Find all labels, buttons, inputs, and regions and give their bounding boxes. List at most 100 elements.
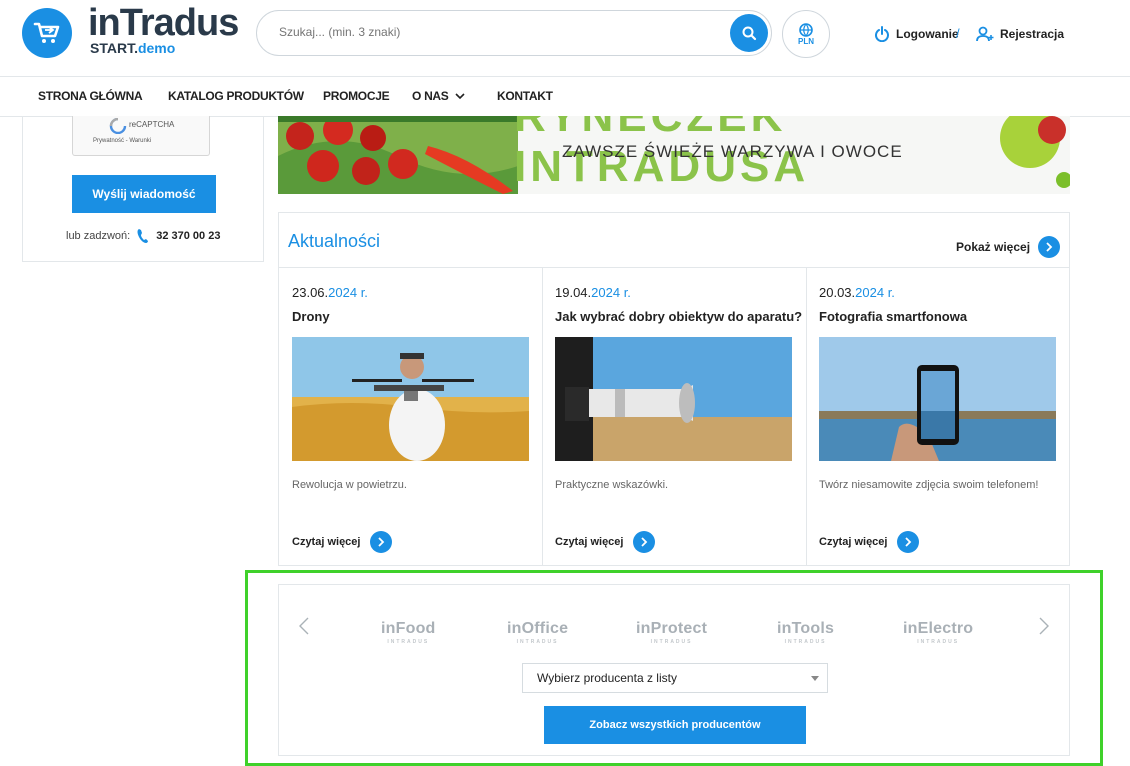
- brand-tagline: INTRADUS: [650, 639, 693, 645]
- brand-logo[interactable]: inTools INTRADUS: [777, 620, 834, 645]
- promo-banner[interactable]: RYNECZEK INTRADUSA ZAWSZE ŚWIEŻE WARZYWA…: [278, 116, 1070, 194]
- recaptcha-icon: [109, 118, 127, 134]
- brand-tagline: INTRADUS: [917, 639, 960, 645]
- news-date: 20.03.2024 r.: [819, 285, 895, 300]
- all-producers-button[interactable]: Zobacz wszystkich producentów: [544, 706, 806, 744]
- brand-tagline: INTRADUS: [784, 639, 827, 645]
- globe-icon: [799, 22, 813, 37]
- logo-subtitle-demo: demo: [137, 40, 176, 56]
- recaptcha-links[interactable]: Prywatność - Warunki: [93, 138, 151, 144]
- nav-item-label: O NAS: [412, 89, 449, 103]
- vegetables-image: [278, 116, 518, 194]
- logo-subtitle: START.demo: [90, 40, 175, 56]
- chevron-left-icon: [299, 617, 309, 635]
- currency-label: PLN: [798, 36, 814, 46]
- register-link[interactable]: Rejestracja: [976, 26, 1064, 42]
- news-header: [278, 212, 1070, 268]
- search-icon: [742, 26, 757, 41]
- news-item-desc: Praktyczne wskazówki.: [555, 479, 669, 491]
- read-more-link[interactable]: Czytaj więcej: [292, 531, 393, 553]
- search-button[interactable]: [730, 14, 768, 52]
- search-bar: [256, 10, 772, 56]
- chevron-right-icon: [897, 531, 920, 553]
- chevron-right-icon: [1039, 617, 1049, 635]
- call-label: lub zadzwoń:: [66, 230, 131, 242]
- news-date-day: 20.03.: [819, 285, 856, 300]
- news-item: 20.03.2024 r. Fotografia smartfonowa Twó…: [806, 268, 1070, 566]
- news-item-title[interactable]: Jak wybrać dobry obiektyw do aparatu?: [555, 309, 802, 324]
- read-more-link[interactable]: Czytaj więcej: [819, 531, 920, 553]
- brand-logo[interactable]: inElectro INTRADUS: [903, 620, 973, 645]
- power-icon: [875, 26, 889, 42]
- news-date-suffix: r.: [884, 285, 895, 300]
- news-item-desc: Twórz niesamowite zdjęcia swoim telefone…: [819, 479, 1039, 491]
- read-more-link[interactable]: Czytaj więcej: [555, 531, 656, 553]
- banner-slogan: ZAWSZE ŚWIEŻE WARZYWA I OWOCE: [562, 142, 903, 161]
- currency-switcher[interactable]: PLN: [782, 10, 830, 58]
- news-date-year: 2024: [328, 285, 358, 300]
- brand-name: inTools: [777, 620, 835, 637]
- logo-icon[interactable]: [22, 8, 72, 58]
- logo-subtitle-start: START.: [90, 40, 138, 56]
- news-date-year: 2024: [855, 285, 885, 300]
- nav-item-promotions[interactable]: PROMOCJE: [323, 89, 412, 103]
- news-item: 23.06.2024 r. Drony Rewolucja w powietrz…: [278, 268, 542, 566]
- header-divider: [0, 76, 1130, 77]
- nav-item-label: KATALOG PRODUKTÓW: [168, 89, 304, 103]
- nav-item-label: STRONA GŁÓWNA: [38, 89, 143, 103]
- news-date-day: 19.04.: [555, 285, 592, 300]
- chevron-right-icon: [370, 531, 393, 553]
- brand-logo[interactable]: inFood INTRADUS: [381, 620, 436, 645]
- news-image-drone[interactable]: [292, 337, 529, 461]
- brand-tagline: INTRADUS: [387, 639, 430, 645]
- news-date-suffix: r.: [620, 285, 631, 300]
- nav-item-catalog[interactable]: KATALOG PRODUKTÓW: [168, 89, 323, 103]
- recaptcha-widget[interactable]: reCAPTCHA Prywatność - Warunki: [72, 116, 210, 156]
- logo-text[interactable]: inTradus: [88, 2, 239, 45]
- nav-item-home[interactable]: STRONA GŁÓWNA: [38, 89, 168, 103]
- chevron-right-icon: [1038, 236, 1061, 258]
- chevron-right-icon: [633, 531, 656, 553]
- header-separator: /: [956, 26, 960, 41]
- phone-icon: [137, 229, 149, 243]
- news-date: 19.04.2024 r.: [555, 285, 631, 300]
- carousel-next-button[interactable]: [1038, 616, 1050, 642]
- news-item-title[interactable]: Drony: [292, 309, 330, 324]
- news-date: 23.06.2024 r.: [292, 285, 368, 300]
- nav-item-contact[interactable]: KONTAKT: [497, 89, 553, 103]
- news-date-day: 23.06.: [292, 285, 329, 300]
- show-more-link[interactable]: Pokaż więcej: [956, 236, 1061, 258]
- news-item-title[interactable]: Fotografia smartfonowa: [819, 309, 967, 324]
- caret-down-icon: [811, 676, 819, 681]
- news-image-lens[interactable]: [555, 337, 792, 461]
- main-nav: STRONA GŁÓWNA KATALOG PRODUKTÓW PROMOCJE…: [38, 89, 553, 103]
- chevron-down-icon: [454, 93, 465, 100]
- brand-name: inProtect: [636, 620, 708, 637]
- search-input[interactable]: [279, 25, 679, 39]
- news-title: Aktualności: [288, 231, 381, 251]
- carousel-prev-button[interactable]: [298, 616, 310, 642]
- show-more-label: Pokaż więcej: [956, 240, 1031, 254]
- read-more-label: Czytaj więcej: [292, 536, 361, 548]
- nav-item-label: KONTAKT: [497, 89, 553, 103]
- producer-select-value: Wybierz producenta z listy: [537, 671, 677, 685]
- brand-tagline: INTRADUS: [516, 639, 559, 645]
- news-date-year: 2024: [591, 285, 621, 300]
- news-image-smartphone[interactable]: [819, 337, 1056, 461]
- brand-name: inFood: [381, 620, 436, 637]
- brand-logo[interactable]: inOffice INTRADUS: [507, 620, 568, 645]
- brand-name: inElectro: [903, 620, 974, 637]
- user-add-icon: [976, 26, 994, 42]
- news-date-suffix: r.: [357, 285, 368, 300]
- brand-logo[interactable]: inProtect INTRADUS: [636, 620, 707, 645]
- producer-select[interactable]: Wybierz producenta z listy: [522, 663, 828, 693]
- read-more-label: Czytaj więcej: [819, 536, 888, 548]
- register-label: Rejestracja: [1000, 27, 1065, 41]
- nav-item-about[interactable]: O NAS: [412, 89, 497, 103]
- phone-number[interactable]: 32 370 00 23: [156, 230, 220, 242]
- login-label: Logowanie: [896, 27, 959, 41]
- send-message-button[interactable]: Wyślij wiadomość: [72, 175, 216, 213]
- login-link[interactable]: Logowanie: [874, 26, 959, 42]
- read-more-label: Czytaj więcej: [555, 536, 624, 548]
- nav-item-label: PROMOCJE: [323, 89, 390, 103]
